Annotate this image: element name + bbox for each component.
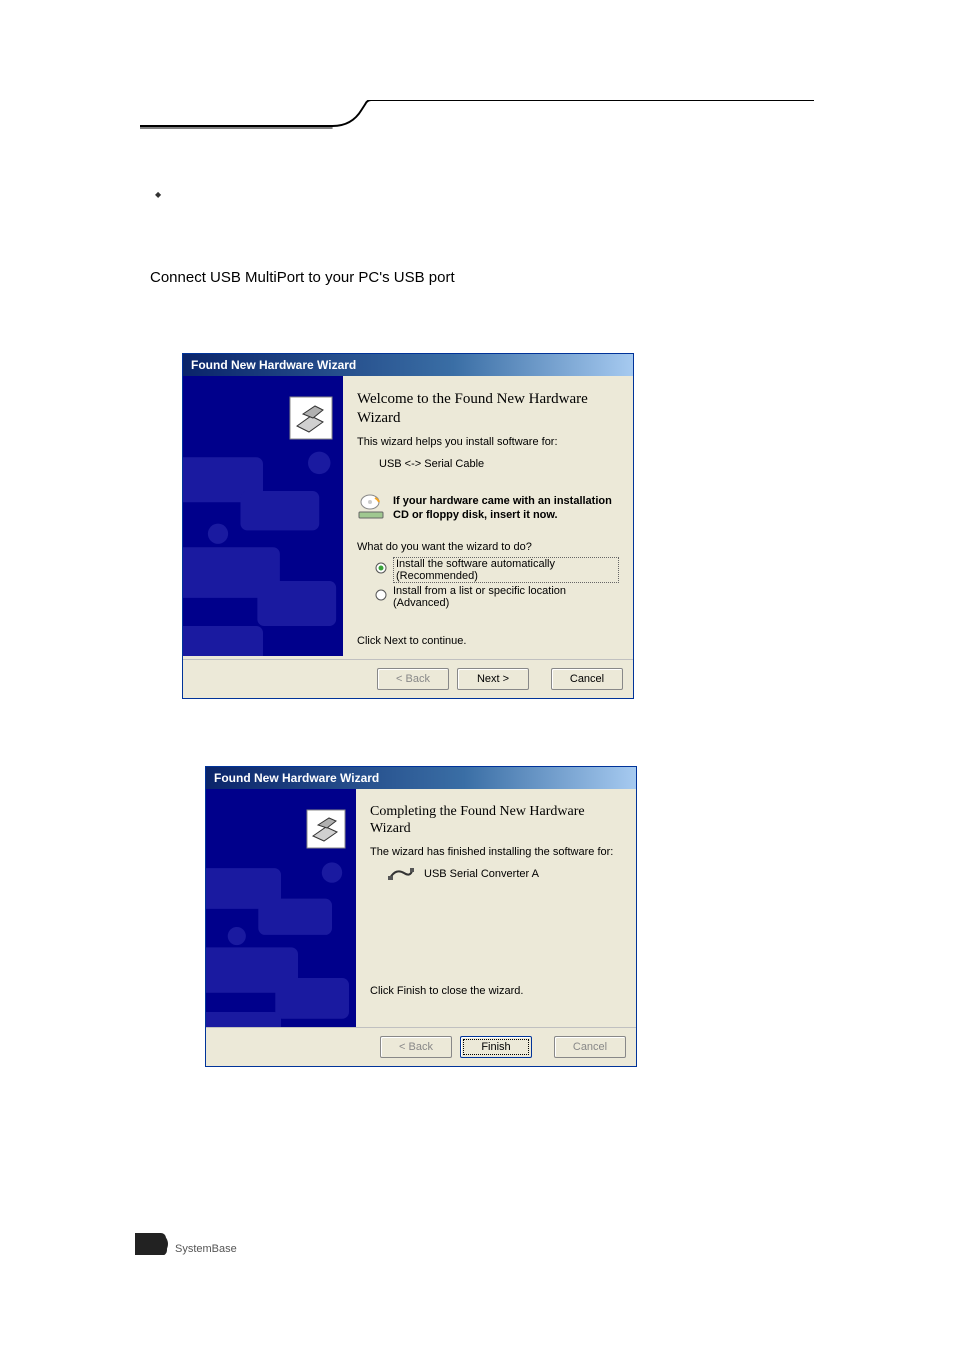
wizard-question: What do you want the wizard to do? (357, 541, 619, 553)
page-footer: SystemBase (135, 1233, 237, 1255)
radio-auto-label: Install the software automatically (Reco… (393, 557, 619, 583)
step-2-text: " " (180, 739, 804, 754)
dialog-title: Found New Hardware Wizard (206, 767, 636, 789)
radio-selected-icon (375, 562, 387, 577)
wizard-main-panel: Welcome to the Found New Hardware Wizard… (343, 376, 633, 659)
close-text: Click Finish to close the wizard. (370, 985, 622, 997)
done-line: The wizard has finished installing the s… (370, 846, 622, 858)
wizard-heading: Welcome to the Found New Hardware Wizard (357, 390, 619, 428)
help-line: This wizard helps you install software f… (357, 436, 619, 448)
back-button[interactable]: < Back (377, 668, 449, 690)
wizard-main-panel: Completing the Found New Hardware Wizard… (356, 789, 636, 1027)
step-1-text: " " " " (180, 326, 804, 341)
wizard-sidebar (183, 376, 343, 656)
found-new-hardware-dialog-2: Found New Hardware Wizard (205, 766, 637, 1067)
hardware-device-icon (306, 809, 346, 852)
section-bullet-row: ◆ (155, 190, 804, 199)
radio-list-install[interactable]: Install from a list or specific location… (375, 585, 619, 609)
connect-instruction: Connect USB MultiPort to your PC's USB p… (150, 269, 804, 286)
diamond-icon: ◆ (155, 190, 161, 199)
finish-button[interactable]: Finish (460, 1036, 532, 1058)
wizard-sidebar (206, 789, 356, 1027)
cancel-button[interactable]: Cancel (551, 668, 623, 690)
footer-brand-text: SystemBase (175, 1243, 237, 1255)
page-header-rule (140, 100, 814, 130)
bottom-caption: " " (180, 1075, 804, 1090)
radio-unselected-icon (375, 589, 387, 604)
cancel-button[interactable]: Cancel (554, 1036, 626, 1058)
device-name: USB <-> Serial Cable (379, 458, 619, 470)
dialog-footer: < Back Next > Cancel (183, 659, 633, 698)
found-new-hardware-dialog-1: Found New Hardware Wizard (182, 353, 634, 699)
radio-auto-install[interactable]: Install the software automatically (Reco… (375, 557, 619, 583)
cd-insert-icon (357, 494, 385, 523)
hardware-device-icon (289, 396, 333, 443)
back-button[interactable]: < Back (380, 1036, 452, 1058)
usb-serial-icon (388, 864, 414, 885)
dialog-title: Found New Hardware Wizard (183, 354, 633, 376)
wizard-heading: Completing the Found New Hardware Wizard (370, 803, 622, 838)
radio-list-label: Install from a list or specific location… (393, 585, 619, 609)
device-name: USB Serial Converter A (424, 868, 539, 880)
insert-cd-text: If your hardware came with an installati… (393, 494, 619, 523)
dialog-footer: < Back Finish Cancel (206, 1027, 636, 1066)
next-button[interactable]: Next > (457, 668, 529, 690)
continue-text: Click Next to continue. (357, 635, 619, 647)
systembase-logo-icon (135, 1233, 173, 1255)
